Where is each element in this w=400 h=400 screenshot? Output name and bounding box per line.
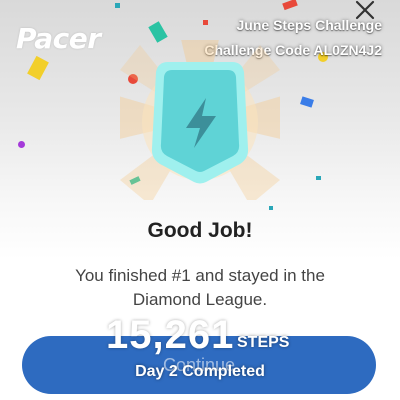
steps-count: 15,261	[106, 313, 235, 357]
diamond-league-badge	[115, 35, 285, 205]
pacer-logo: Pacer	[16, 22, 101, 55]
steps-unit-label: STEPS	[237, 334, 290, 351]
confetti-piece	[269, 206, 273, 210]
confetti-piece	[18, 141, 25, 148]
confetti-piece	[115, 3, 120, 8]
confetti-piece	[316, 176, 321, 180]
dialog-title: Good Job!	[147, 219, 253, 242]
dialog-message: You finished #1 and stayed in the Diamon…	[75, 266, 325, 309]
confetti-piece	[203, 20, 208, 25]
challenge-name: June Steps Challenge	[236, 17, 382, 33]
day-status: Day 2 Completed	[135, 363, 265, 380]
